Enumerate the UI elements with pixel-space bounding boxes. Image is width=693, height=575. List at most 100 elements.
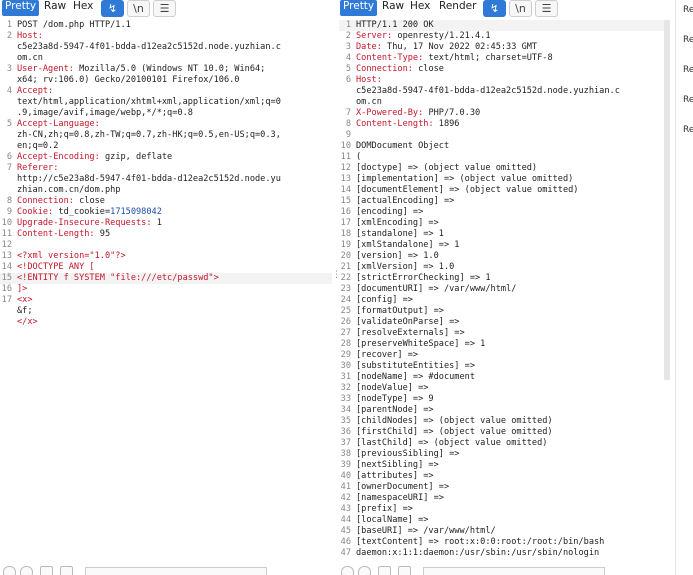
back-icon[interactable] — [40, 566, 53, 575]
line-number: 12 — [340, 163, 351, 173]
help-icon[interactable] — [341, 566, 354, 575]
line-value: [substituteEntities] => — [356, 361, 475, 371]
response-editor[interactable]: 1 HTTP/1.1 200 OK 2 Server: openresty/1.21.… — [339, 20, 670, 575]
line-value: ( — [356, 152, 362, 162]
response-tab-raw[interactable]: Raw — [379, 0, 407, 16]
line-number: 26 — [340, 317, 351, 327]
code-line: en;q=0.2 — [0, 141, 332, 152]
request-bottom-bar — [0, 565, 332, 575]
pane-divider[interactable]: ⋮ — [332, 0, 341, 575]
line-text: Date: Thu, 17 Nov 2022 02:45:33 GMT — [356, 42, 537, 53]
wrap-lines-icon[interactable]: ↯ — [483, 0, 506, 17]
settings-icon[interactable] — [358, 566, 371, 575]
line-number: 42 — [340, 493, 351, 503]
line-value: daemon:x:1:1:daemon:/usr/sbin:/usr/sbin/… — [356, 548, 600, 558]
settings-icon[interactable] — [20, 566, 33, 575]
history-item[interactable]: Re — [683, 65, 693, 75]
line-text: zhian.com.cn/dom.php — [17, 185, 120, 196]
line-text: c5e23a8d-5947-4f01-bdda-d12ea2c5152d.nod… — [17, 42, 281, 53]
newline-icon[interactable]: \n — [127, 0, 150, 17]
code-line: c5e23a8d-5947-4f01-bdda-d12ea2c5152d.nod… — [0, 42, 332, 53]
code-line: 36 [firstChild] => (object value omitted) — [339, 427, 670, 438]
line-value: http://c5e23a8d-5947-4f01-bdda-d12ea2c51… — [17, 174, 281, 184]
request-tab-raw[interactable]: Raw — [41, 0, 69, 16]
line-number: 1 — [345, 20, 351, 30]
line-text: Connection: close — [17, 196, 105, 207]
code-line: 37 [lastChild] => (object value omitted) — [339, 438, 670, 449]
line-value: [nextSibling] => — [356, 460, 439, 470]
menu-icon[interactable]: ☰ — [535, 0, 558, 17]
request-tab-hex[interactable]: Hex — [70, 0, 96, 16]
code-line: 34 [parentNode] => — [339, 405, 670, 416]
response-tab-render[interactable]: Render — [436, 0, 479, 16]
code-line: 17 <x> — [0, 295, 332, 306]
code-line: 30 [substituteEntities] => — [339, 361, 670, 372]
response-scrollbar[interactable] — [664, 20, 670, 380]
line-number: 16 — [1, 284, 12, 294]
code-line: </x> — [0, 317, 332, 328]
request-search-input[interactable] — [85, 567, 267, 575]
line-value: [strictErrorChecking] => 1 — [356, 273, 491, 283]
code-line: 6 Host: — [339, 75, 670, 86]
line-value: [xmlEncoding] => — [356, 218, 439, 228]
code-line: 3 Date: Thu, 17 Nov 2022 02:45:33 GMT — [339, 42, 670, 53]
wrap-lines-icon[interactable]: ↯ — [101, 0, 124, 17]
line-text: Content-Length: 1896 — [356, 119, 459, 130]
line-text: [validateOnParse] => — [356, 317, 459, 328]
line-value: [config] => — [356, 295, 413, 305]
xml-declaration: <?xml version="1.0"?> — [17, 251, 126, 261]
back-icon[interactable] — [378, 566, 391, 575]
code-line: 26 [validateOnParse] => — [339, 317, 670, 328]
line-text: daemon:x:1:1:daemon:/usr/sbin:/usr/sbin/… — [356, 548, 599, 559]
newline-icon[interactable]: \n — [509, 0, 532, 17]
history-item[interactable]: Re — [683, 35, 693, 45]
line-text: [nodeType] => 9 — [356, 394, 434, 405]
xml-markup: ]> — [17, 284, 28, 294]
response-bottom-bar — [339, 565, 670, 575]
code-line: 18 [standalone] => 1 — [339, 229, 670, 240]
history-item[interactable]: Re — [683, 125, 693, 135]
line-value: [xmlVersion] => 1.0 — [356, 262, 455, 272]
line-text: [resolveExternals] => — [356, 328, 465, 339]
history-item[interactable]: Re — [683, 95, 693, 105]
code-line: 5 Connection: close — [339, 64, 670, 75]
line-text: Content-Length: 95 — [17, 229, 110, 240]
line-number: 3 — [345, 42, 351, 52]
code-line: &f; — [0, 306, 332, 317]
line-value: [textContent] => root:x:0:0:root:/root:/… — [356, 537, 605, 547]
response-tab-hex[interactable]: Hex — [407, 0, 433, 16]
help-icon[interactable] — [3, 566, 16, 575]
line-number: 33 — [340, 394, 351, 404]
line-number: 12 — [1, 240, 12, 250]
line-value: [nodeName] => #document — [356, 372, 475, 382]
forward-icon[interactable] — [398, 566, 411, 575]
code-line: om.cn — [339, 97, 670, 108]
line-number: 19 — [340, 240, 351, 250]
line-text: Content-Type: text/html; charset=UTF-8 — [356, 53, 553, 64]
line-value: [version] => 1.0 — [356, 251, 439, 261]
code-line: 39 [nextSibling] => — [339, 460, 670, 471]
code-line: 4 Content-Type: text/html; charset=UTF-8 — [339, 53, 670, 64]
code-line: 19 [xmlStandalone] => 1 — [339, 240, 670, 251]
line-number: 24 — [340, 295, 351, 305]
line-number: 10 — [340, 141, 351, 151]
line-text: Upgrade-Insecure-Requests: 1 — [17, 218, 162, 229]
code-line: 47 daemon:x:1:1:daemon:/usr/sbin:/usr/sbi… — [339, 548, 670, 559]
line-value: [recover] => — [356, 350, 419, 360]
line-value: [encoding] => — [356, 207, 424, 217]
response-search-input[interactable] — [423, 567, 605, 575]
header-name: Connection: — [356, 64, 413, 74]
history-item[interactable]: Re — [683, 5, 693, 15]
line-value: [previousSibling] => — [356, 449, 460, 459]
line-number: 17 — [340, 218, 351, 228]
request-editor[interactable]: 1 POST /dom.php HTTP/1.1 2 Host: c5e23a8d-59… — [0, 20, 332, 575]
request-tab-pretty[interactable]: Pretty — [2, 0, 40, 16]
code-line: 9 Cookie: td_cookie=1715098042 — [0, 207, 332, 218]
response-tab-pretty[interactable]: Pretty — [340, 0, 378, 16]
menu-icon[interactable]: ☰ — [153, 0, 176, 17]
line-value: en;q=0.2 — [17, 141, 59, 151]
forward-icon[interactable] — [60, 566, 73, 575]
line-number: 44 — [340, 515, 351, 525]
line-number: 23 — [340, 284, 351, 294]
code-line: 11 Content-Length: 95 — [0, 229, 332, 240]
